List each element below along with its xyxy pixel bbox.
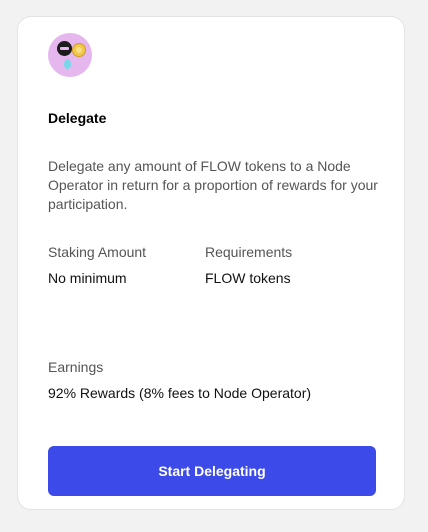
requirements-label: Requirements bbox=[205, 244, 293, 260]
card-description: Delegate any amount of FLOW tokens to a … bbox=[48, 158, 378, 212]
staking-amount-value: No minimum bbox=[48, 270, 127, 286]
flow-token-icon bbox=[48, 33, 92, 77]
flow-coin-icon bbox=[57, 41, 72, 56]
droplet-icon bbox=[64, 59, 71, 69]
delegate-card: Delegate Delegate any amount of FLOW tok… bbox=[17, 16, 405, 510]
earnings-value: 92% Rewards (8% fees to Node Operator) bbox=[48, 385, 312, 401]
card-title: Delegate bbox=[48, 110, 107, 126]
gold-coin-icon bbox=[72, 43, 86, 57]
staking-amount-label: Staking Amount bbox=[48, 244, 147, 260]
earnings-label: Earnings bbox=[48, 359, 104, 375]
requirements-value: FLOW tokens bbox=[205, 270, 291, 286]
start-delegating-button[interactable]: Start Delegating bbox=[48, 446, 376, 496]
